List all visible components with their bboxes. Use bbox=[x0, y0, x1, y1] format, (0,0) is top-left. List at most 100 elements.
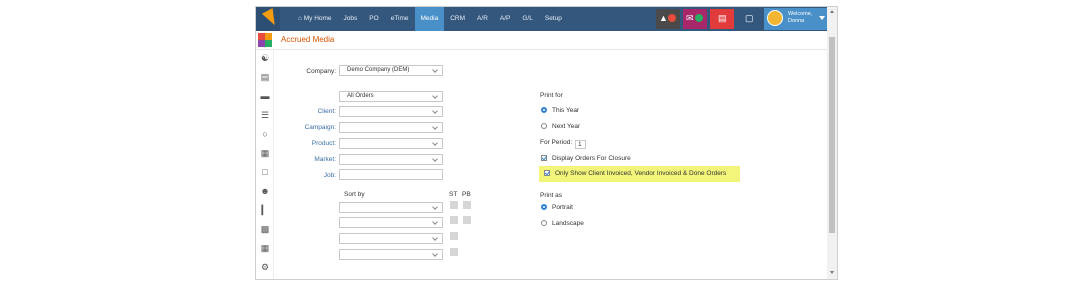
chevron-down-icon bbox=[432, 219, 438, 225]
checkbox[interactable] bbox=[544, 170, 550, 176]
st-label: ST bbox=[449, 191, 458, 198]
user-menu[interactable]: Welcome, Donna bbox=[764, 8, 828, 30]
this-year-option[interactable]: This Year bbox=[541, 107, 579, 114]
radio-button[interactable] bbox=[541, 220, 547, 226]
chevron-down-icon bbox=[432, 251, 438, 257]
campaign-label[interactable]: Campaign: bbox=[276, 124, 336, 131]
chevron-down-icon bbox=[432, 108, 438, 114]
pb-checkbox-1[interactable] bbox=[463, 201, 471, 209]
next-year-option[interactable]: Next Year bbox=[541, 123, 580, 130]
product-label[interactable]: Product: bbox=[276, 140, 336, 147]
pb-label: PB bbox=[462, 191, 471, 198]
job-input[interactable] bbox=[339, 169, 443, 180]
chevron-down-icon bbox=[432, 67, 438, 73]
nav-po[interactable]: PO bbox=[363, 7, 384, 31]
client-label[interactable]: Client: bbox=[276, 108, 336, 115]
book-button[interactable]: ▢ bbox=[737, 9, 761, 29]
org-chart-icon[interactable]: ☯ bbox=[259, 52, 271, 64]
st-checkbox-4[interactable] bbox=[450, 248, 458, 256]
folder-icon[interactable]: ▬ bbox=[259, 90, 271, 102]
mail-icon: ✉ bbox=[686, 13, 694, 23]
bar-chart-icon[interactable]: ▎ bbox=[259, 204, 271, 216]
welcome-text: Welcome, Donna bbox=[788, 11, 813, 24]
alerts-button[interactable]: ▲ bbox=[656, 9, 680, 29]
database-icon: ▤ bbox=[718, 13, 727, 23]
chevron-down-icon bbox=[432, 93, 438, 99]
mail-badge bbox=[695, 14, 703, 22]
nav-setup[interactable]: Setup bbox=[539, 7, 568, 31]
company-select[interactable]: Demo Company (DEM) bbox=[339, 65, 443, 76]
chat-icon[interactable]: ○ bbox=[259, 128, 271, 140]
top-nav: ⌂ My Home Jobs PO eTime Media CRM A/R A/… bbox=[256, 7, 837, 31]
alert-badge bbox=[668, 14, 676, 22]
print-for-label: Print for bbox=[540, 92, 563, 99]
client-select[interactable] bbox=[339, 106, 443, 117]
chevron-down-icon bbox=[432, 156, 438, 162]
product-select[interactable] bbox=[339, 138, 443, 149]
book-icon: ▢ bbox=[745, 13, 754, 23]
scroll-down-icon[interactable] bbox=[830, 271, 834, 274]
nav-ap[interactable]: A/P bbox=[494, 7, 516, 31]
st-checkbox-3[interactable] bbox=[450, 232, 458, 240]
radio-button[interactable] bbox=[541, 107, 547, 113]
chevron-down-icon bbox=[432, 140, 438, 146]
chevron-down-icon bbox=[432, 204, 438, 210]
portrait-option[interactable]: Portrait bbox=[541, 204, 573, 211]
nav-ar[interactable]: A/R bbox=[471, 7, 494, 31]
checkbox[interactable] bbox=[541, 155, 547, 161]
st-checkbox-1[interactable] bbox=[450, 201, 458, 209]
nav-jobs[interactable]: Jobs bbox=[338, 7, 364, 31]
chevron-down-icon bbox=[819, 16, 825, 20]
market-select[interactable] bbox=[339, 154, 443, 165]
landscape-option[interactable]: Landscape bbox=[541, 220, 584, 227]
scroll-thumb[interactable] bbox=[829, 37, 835, 233]
app-logo[interactable] bbox=[256, 7, 281, 31]
nav-etime[interactable]: eTime bbox=[385, 7, 415, 31]
settings-icon[interactable]: ⚙ bbox=[259, 261, 271, 273]
campaign-select[interactable] bbox=[339, 122, 443, 133]
period-input[interactable]: 1 bbox=[575, 140, 587, 149]
document-icon[interactable]: ▤ bbox=[259, 71, 271, 83]
print-as-label: Print as bbox=[540, 192, 563, 199]
users-icon[interactable]: ☻ bbox=[259, 185, 271, 197]
avatar bbox=[767, 10, 783, 26]
nav-my-home[interactable]: ⌂ My Home bbox=[292, 7, 338, 31]
chevron-down-icon bbox=[432, 235, 438, 241]
scroll-up-icon[interactable] bbox=[830, 10, 834, 13]
scrollbar[interactable] bbox=[827, 7, 837, 279]
st-checkbox-2[interactable] bbox=[450, 216, 458, 224]
nav-media[interactable]: Media bbox=[414, 7, 445, 31]
money-icon[interactable]: ▩ bbox=[259, 223, 271, 235]
nav-gl[interactable]: G/L bbox=[516, 7, 538, 31]
radio-button[interactable] bbox=[541, 204, 547, 210]
page-title: Accrued Media bbox=[281, 35, 335, 44]
calendar-icon[interactable]: □ bbox=[259, 166, 271, 178]
sort-select-2[interactable] bbox=[339, 217, 443, 228]
sort-by-label: Sort by bbox=[344, 191, 365, 198]
job-label[interactable]: Job: bbox=[276, 172, 336, 179]
for-period: For Period: 1 bbox=[540, 139, 587, 149]
list-icon[interactable]: ☰ bbox=[259, 109, 271, 121]
module-icon bbox=[258, 33, 272, 47]
radio-button[interactable] bbox=[541, 123, 547, 129]
sort-select-4[interactable] bbox=[339, 249, 443, 260]
title-bar: Accrued Media bbox=[256, 31, 827, 50]
display-closure-option[interactable]: Display Orders For Closure bbox=[541, 155, 631, 162]
mail-button[interactable]: ✉ bbox=[683, 9, 707, 29]
nav-menu: ⌂ My Home Jobs PO eTime Media CRM A/R A/… bbox=[292, 7, 568, 31]
app-window: ⌂ My Home Jobs PO eTime Media CRM A/R A/… bbox=[255, 6, 838, 280]
pb-checkbox-2[interactable] bbox=[463, 216, 471, 224]
map-icon[interactable]: ▦ bbox=[259, 147, 271, 159]
sidebar: ☯ ▤ ▬ ☰ ○ ▦ □ ☻ ▎ ▩ ▦ ⚙ bbox=[256, 49, 273, 279]
sort-select-1[interactable] bbox=[339, 202, 443, 213]
company-label: Company: bbox=[306, 68, 336, 75]
market-label[interactable]: Market: bbox=[276, 156, 336, 163]
sort-select-3[interactable] bbox=[339, 233, 443, 244]
nav-crm[interactable]: CRM bbox=[444, 7, 471, 31]
bell-icon: ▲ bbox=[659, 13, 668, 23]
calendar-grid-icon[interactable]: ▦ bbox=[259, 242, 271, 254]
only-show-option[interactable]: Only Show Client Invoiced, Vendor Invoic… bbox=[544, 170, 726, 177]
orders-select[interactable]: All Orders bbox=[339, 91, 443, 102]
notification-area: ▲ ✉ ▤ ▢ bbox=[656, 9, 761, 29]
database-button[interactable]: ▤ bbox=[710, 9, 734, 29]
